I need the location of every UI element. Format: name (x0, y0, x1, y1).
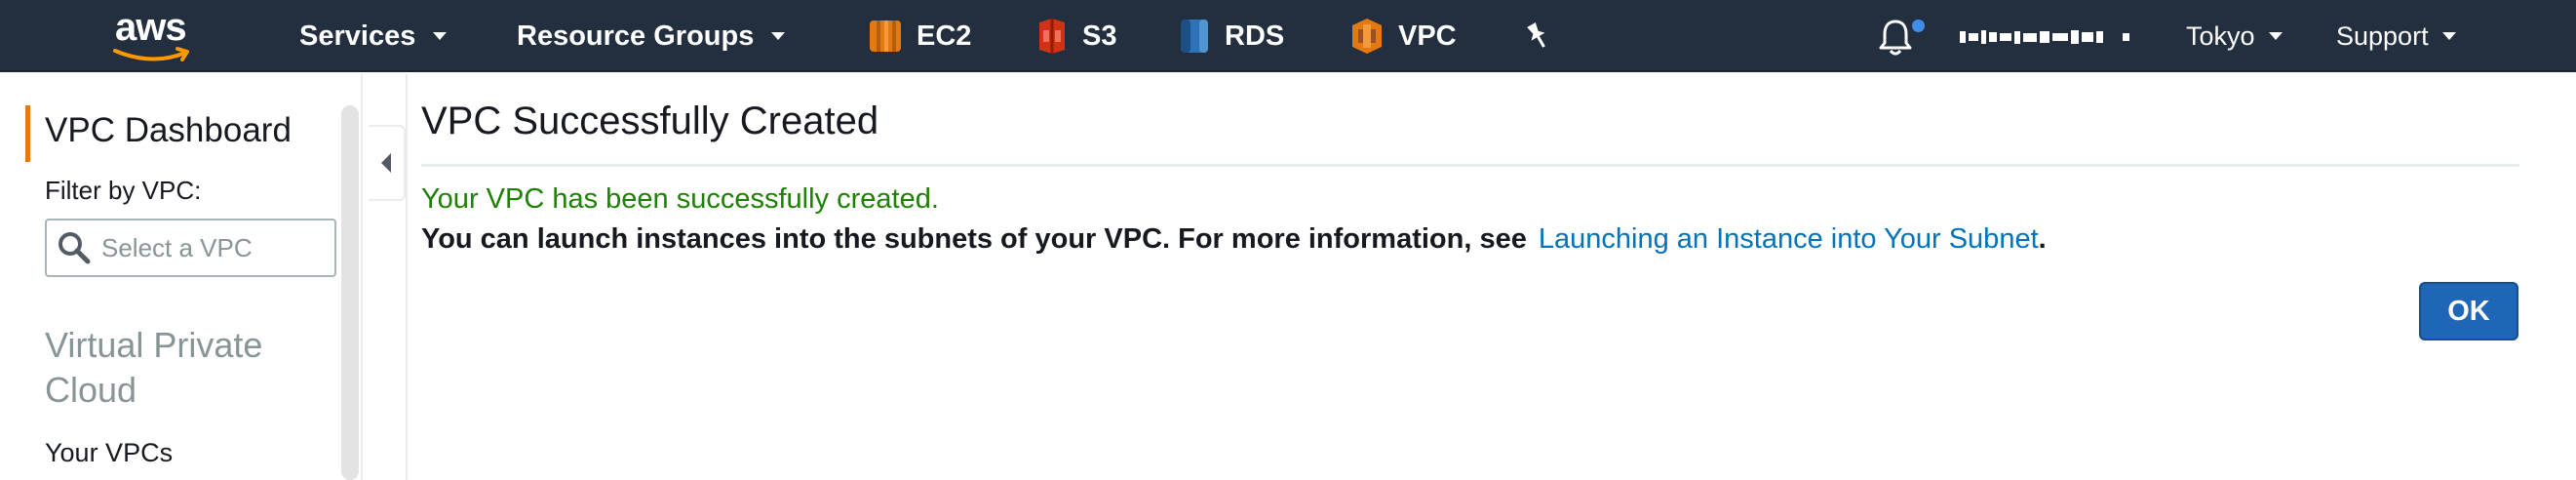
top-navigation-bar: aws Services Resource Groups EC2 S3 RDS … (0, 0, 2576, 72)
info-message: You can launch instances into the subnet… (421, 223, 2047, 256)
chevron-down-icon (2441, 32, 2456, 40)
shortcut-ec2-label: EC2 (917, 20, 972, 52)
page-title: VPC Successfully Created (421, 100, 879, 142)
shortcut-s3[interactable]: S3 (1035, 0, 1116, 72)
rds-icon (1181, 20, 1208, 53)
support-menu[interactable]: Support (2336, 0, 2456, 72)
shortcut-vpc[interactable]: VPC (1349, 0, 1457, 72)
sidebar-item-vpc-dashboard[interactable]: VPC Dashboard (45, 111, 292, 150)
sidebar-scrollbar[interactable] (341, 105, 359, 480)
sidebar-divider (361, 74, 363, 480)
chevron-down-icon (433, 32, 448, 40)
filter-label: Filter by VPC: (45, 176, 202, 205)
chevron-down-icon (771, 32, 786, 40)
sidebar-section-title: Virtual Private Cloud (45, 325, 263, 410)
launch-instance-link[interactable]: Launching an Instance into Your Subnet (1539, 223, 2039, 255)
pin-icon (1527, 21, 1545, 48)
vpc-filter-placeholder: Select a VPC (101, 232, 253, 262)
account-menu[interactable] (1960, 25, 2129, 49)
vpc-icon (1352, 19, 1382, 54)
shortcut-ec2[interactable]: EC2 (868, 0, 971, 72)
collapse-sidebar-button[interactable] (369, 125, 406, 201)
shortcut-rds[interactable]: RDS (1178, 0, 1284, 72)
services-menu[interactable]: Services (299, 0, 448, 72)
success-message: Your VPC has been successfully created. (421, 183, 939, 215)
shortcut-rds-label: RDS (1225, 20, 1285, 52)
sidebar-active-indicator (25, 105, 30, 162)
pin-shortcuts-button[interactable] (1523, 0, 1550, 72)
sidebar: VPC Dashboard Filter by VPC: Select a VP… (0, 74, 339, 480)
chevron-left-icon (381, 153, 391, 173)
support-label: Support (2336, 20, 2429, 51)
aws-logo[interactable]: aws (109, 6, 197, 66)
resource-groups-label: Resource Groups (517, 20, 755, 52)
title-divider (421, 164, 2519, 167)
content-divider (406, 74, 408, 480)
vpc-filter-select[interactable]: Select a VPC (45, 219, 336, 277)
notifications-button[interactable] (1876, 16, 1915, 59)
region-menu[interactable]: Tokyo (2186, 0, 2283, 72)
ec2-icon (870, 20, 901, 52)
aws-logo-text: aws (115, 6, 187, 49)
s3-icon (1039, 19, 1065, 54)
sidebar-item-your-vpcs[interactable]: Your VPCs (45, 438, 173, 468)
search-icon (59, 232, 91, 264)
shortcut-s3-label: S3 (1082, 20, 1117, 52)
region-label: Tokyo (2186, 20, 2255, 51)
aws-smile-icon (113, 47, 189, 61)
chevron-down-icon (2268, 32, 2283, 40)
info-period: . (2038, 223, 2047, 255)
notification-indicator (1912, 20, 1925, 32)
ok-button[interactable]: OK (2419, 282, 2518, 340)
shortcut-vpc-label: VPC (1398, 20, 1457, 52)
resource-groups-menu[interactable]: Resource Groups (517, 0, 786, 72)
services-label: Services (299, 20, 416, 52)
info-text: You can launch instances into the subnet… (421, 223, 1527, 255)
bell-icon (1879, 20, 1912, 56)
